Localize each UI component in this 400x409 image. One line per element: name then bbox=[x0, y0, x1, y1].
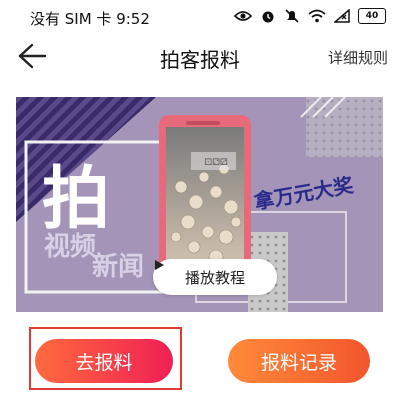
status-icons: 40 bbox=[234, 8, 386, 24]
play-tutorial-label: 播放教程 bbox=[184, 268, 245, 287]
banner-word-1: 视频 bbox=[44, 232, 96, 262]
banner-slogan: 拿万元大奖 bbox=[251, 173, 356, 214]
rules-link[interactable]: 详细规则 bbox=[328, 47, 388, 68]
svg-text:⚀⚁⚂: ⚀⚁⚂ bbox=[204, 158, 228, 168]
report-records-label: 报料记录 bbox=[260, 351, 337, 374]
play-icon bbox=[155, 260, 164, 270]
status-bar: 没有 SIM 卡 9:52 40 bbox=[0, 0, 400, 34]
highlight-box bbox=[29, 327, 182, 390]
banner-big-char: 拍 bbox=[42, 160, 110, 239]
signal-off-icon bbox=[334, 9, 350, 23]
play-tutorial-button[interactable]: 播放教程 bbox=[153, 259, 277, 295]
battery-icon: 40 bbox=[358, 8, 386, 24]
status-text: 没有 SIM 卡 9:52 bbox=[30, 10, 150, 28]
banner-word-2: 新闻 bbox=[92, 251, 144, 282]
report-records-button[interactable]: 报料记录 bbox=[228, 339, 370, 383]
header: 拍客报料 详细规则 bbox=[0, 34, 400, 78]
alarm-icon bbox=[262, 11, 274, 23]
wifi-icon bbox=[308, 9, 326, 23]
eye-icon bbox=[234, 11, 252, 21]
tutorial-banner[interactable]: ⚀⚁⚂ 拍 视频 新闻 拿万元大奖 播放教程 bbox=[16, 97, 383, 312]
mute-icon bbox=[285, 9, 299, 23]
